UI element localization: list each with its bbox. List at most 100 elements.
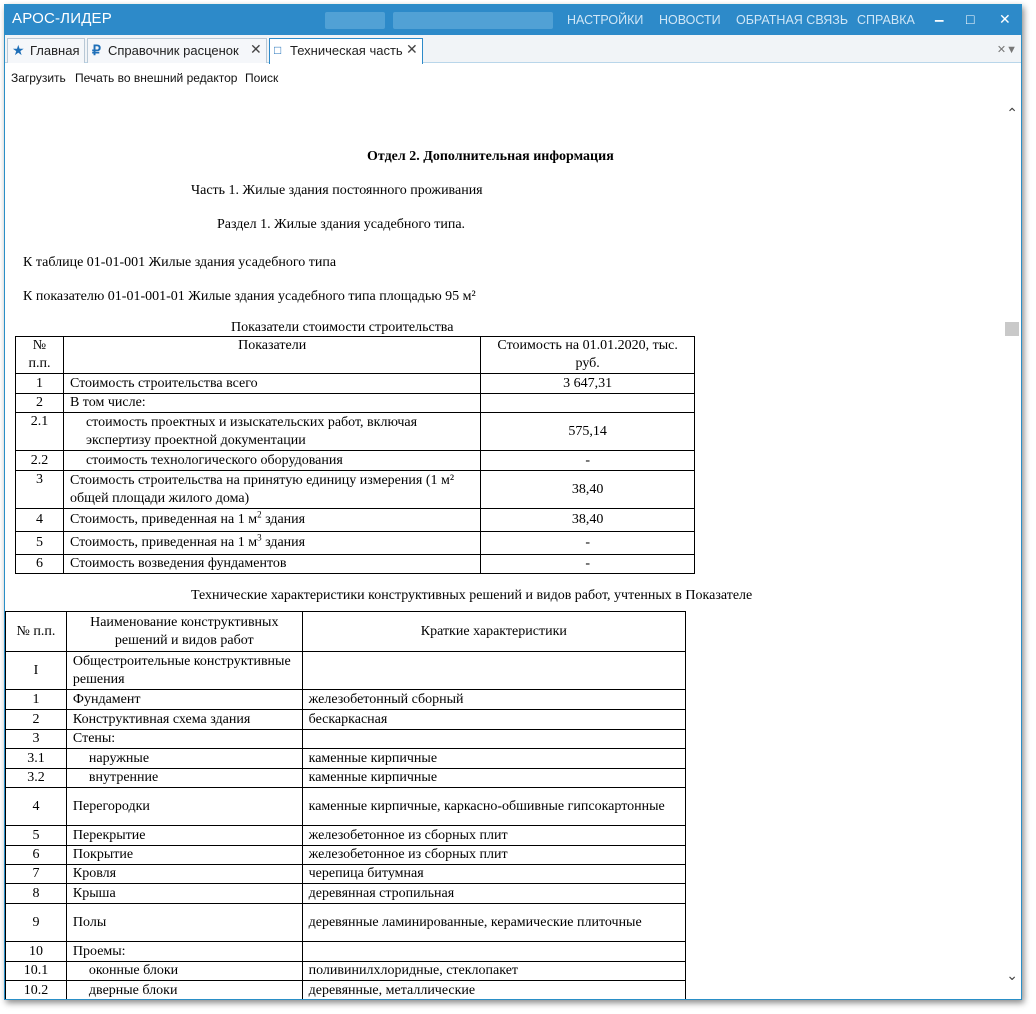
row-name: внутренние [65,768,303,788]
maximize-button[interactable]: □ [966,11,974,27]
row-description: черепица битумная [301,864,687,884]
print-external-button[interactable]: Печать во внешний редактор [75,71,237,85]
row-number: 2 [15,393,64,413]
row-name: стоимость технологического оборудования [62,450,482,471]
close-icon[interactable]: ✕ [406,41,418,58]
table-header-row: № п.п. Наименование конструктивных решен… [5,611,687,652]
row-name-text: здания [261,535,306,550]
menu-news[interactable]: НОВОСТИ [659,13,721,27]
tab-list-menu[interactable]: ✕▼ [997,43,1017,56]
part-title: Часть 1. Жилые здания постоянного прожив… [191,183,483,198]
table-reference: К таблице 01-01-001 Жилые здания усадебн… [23,255,337,270]
row-value: 38,40 [480,470,695,509]
row-number: 6 [5,845,67,865]
table-row: 4 Стоимость, приведенная на 1 м2 здания … [15,508,695,532]
row-number: 7 [5,864,67,884]
row-name: Кровля [65,864,303,884]
header-cell: Стоимость на 01.01.2020, тыс. руб. [480,336,695,374]
row-name: Стоимость, приведенная на 1 м3 здания [62,531,482,555]
row-name-text: Стоимость, приведенная на 1 м [69,535,258,550]
row-description: железобетонное из сборных плит [301,845,687,865]
row-number: 2.1 [15,412,64,451]
table-row: 2.1 стоимость проектных и изыскательских… [15,412,695,451]
row-value [480,393,695,413]
row-value: 38,40 [480,508,695,532]
scroll-up-icon[interactable]: ⌃ [1006,105,1018,122]
row-name: Покрытие [65,845,303,865]
row-number: 4 [15,508,64,532]
table-row: 3 Стоимость строительства на принятую ед… [15,470,695,509]
close-button[interactable]: ✕ [999,11,1011,28]
table2-caption: Технические характеристики конструктивны… [191,588,753,603]
table-row: 2 Конструктивная схема здания бескаркасн… [5,709,687,730]
row-number: 2 [5,709,67,730]
row-description: бескаркасная [301,709,687,730]
row-description: железобетонное из сборных плит [301,825,687,846]
row-description: деревянные, металлические [301,980,687,999]
document-view: Отдел 2. Дополнительная информация Часть… [5,91,1002,999]
technical-characteristics-table: № п.п. Наименование конструктивных решен… [5,611,687,999]
redacted-field [325,12,385,29]
load-button[interactable]: Загрузить [11,71,66,85]
row-description: каменные кирпичные [301,748,687,769]
document-heading: Отдел 2. Дополнительная информация [367,149,614,164]
row-name: Крыша [65,883,303,904]
row-name: Конструктивная схема здания [65,709,303,730]
tab-rates-reference[interactable]: ₽ Справочник расценок ✕ [87,38,267,63]
table-row: 10.2 дверные блоки деревянные, металличе… [5,980,687,999]
table-row: 3 Стены: [5,729,687,749]
row-name: Стоимость возведения фундаментов [62,554,482,574]
row-name: Перегородки [65,787,303,826]
row-name: Стоимость строительства на принятую един… [62,470,482,509]
row-name: стоимость проектных и изыскательских раб… [62,412,482,451]
scroll-down-icon[interactable]: ⌄ [1006,967,1018,984]
row-number: 4 [5,787,67,826]
row-number: 6 [15,554,64,574]
row-name-text: здания [261,512,306,527]
menu-settings[interactable]: НАСТРОЙКИ [567,13,643,27]
table-row: 10 Проемы: [5,941,687,962]
row-name: Полы [65,903,303,942]
table-row: 4 Перегородки каменные кирпичные, каркас… [5,787,687,826]
row-number: 3 [5,729,67,749]
row-value: 3 647,31 [480,373,695,394]
table-row: I Общестроительные конструктивные решени… [5,651,687,690]
ruble-icon: ₽ [92,42,101,58]
row-number: I [5,651,67,690]
toolbar: Загрузить Печать во внешний редактор Пои… [5,67,1021,89]
menu-feedback[interactable]: ОБРАТНАЯ СВЯЗЬ [736,13,848,27]
row-name-text: Стоимость, приведенная на 1 м [69,512,258,527]
header-cell: Показатели [62,336,482,374]
table1-caption: Показатели стоимости строительства [231,320,454,335]
row-number: 9 [5,903,67,942]
row-name: Перекрытие [65,825,303,846]
menu-help[interactable]: СПРАВКА [857,13,915,27]
header-cell: Краткие характеристики [301,611,687,652]
table-row: 7 Кровля черепица битумная [5,864,687,884]
row-value: - [480,554,695,574]
minimize-button[interactable]: ▁ [935,9,943,22]
row-description: каменные кирпичные, каркасно-обшивные ги… [301,787,687,826]
tab-home[interactable]: ★ Главная [7,38,85,63]
table-row: 3.2 внутренние каменные кирпичные [5,768,687,788]
close-icon[interactable]: ✕ [250,41,262,58]
redacted-field [393,12,553,29]
row-name: оконные блоки [65,961,303,981]
app-title: АРОС-ЛИДЕР [12,10,112,27]
row-description [301,729,687,749]
table-row: 8 Крыша деревянная стропильная [5,883,687,904]
tab-technical-part[interactable]: □ Техническая часть ✕ [269,38,423,64]
row-number: 5 [5,825,67,846]
row-number: 1 [15,373,64,394]
search-button[interactable]: Поиск [245,71,278,85]
row-value: 575,14 [480,412,695,451]
vertical-scrollbar[interactable] [1002,91,1021,999]
row-number: 10.2 [5,980,67,999]
row-number: 2.2 [15,450,64,471]
table-row: 9 Полы деревянные ламинированные, керами… [5,903,687,942]
scrollbar-thumb[interactable] [1005,322,1019,336]
header-cell: № п.п. [5,611,67,652]
row-name: Стоимость строительства всего [62,373,482,394]
table-row: 5 Перекрытие железобетонное из сборных п… [5,825,687,846]
row-name: Общестроительные конструктивные решения [65,651,303,690]
